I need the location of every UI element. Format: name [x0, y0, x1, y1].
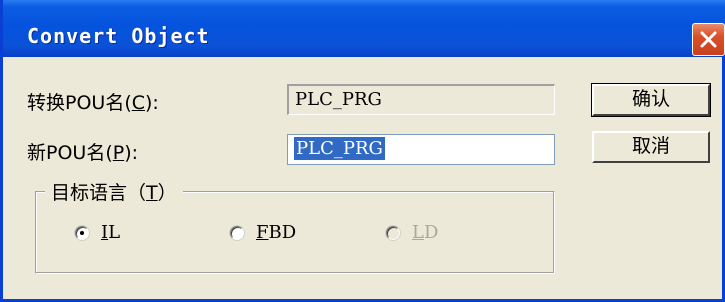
title-bar[interactable]: Convert Object — [3, 0, 725, 57]
radio-fbd-label[interactable]: FBD — [256, 222, 296, 243]
source-pou-label: 转换POU名(C): — [27, 92, 159, 114]
new-pou-input[interactable]: PLC_PRG — [287, 134, 555, 165]
new-pou-label: 新POU名(P): — [27, 142, 139, 164]
radio-fbd[interactable] — [230, 226, 244, 240]
convert-object-dialog: Convert Object 转换POU名(C): PLC_PRG 新POU名(… — [0, 0, 725, 302]
close-button[interactable] — [692, 23, 725, 56]
source-pou-field: PLC_PRG — [287, 84, 555, 115]
radio-ld — [386, 226, 400, 240]
target-language-title: 目标语言（T） — [45, 178, 183, 205]
radio-il[interactable] — [75, 226, 89, 240]
ok-button[interactable]: 确认 — [591, 83, 711, 117]
new-pou-value: PLC_PRG — [294, 137, 385, 160]
cancel-button[interactable]: 取消 — [592, 131, 710, 163]
window-title: Convert Object — [27, 24, 210, 48]
radio-ld-label: LD — [412, 222, 439, 243]
radio-il-label[interactable]: IL — [101, 222, 120, 243]
close-icon — [700, 31, 717, 48]
source-pou-value: PLC_PRG — [295, 89, 382, 110]
